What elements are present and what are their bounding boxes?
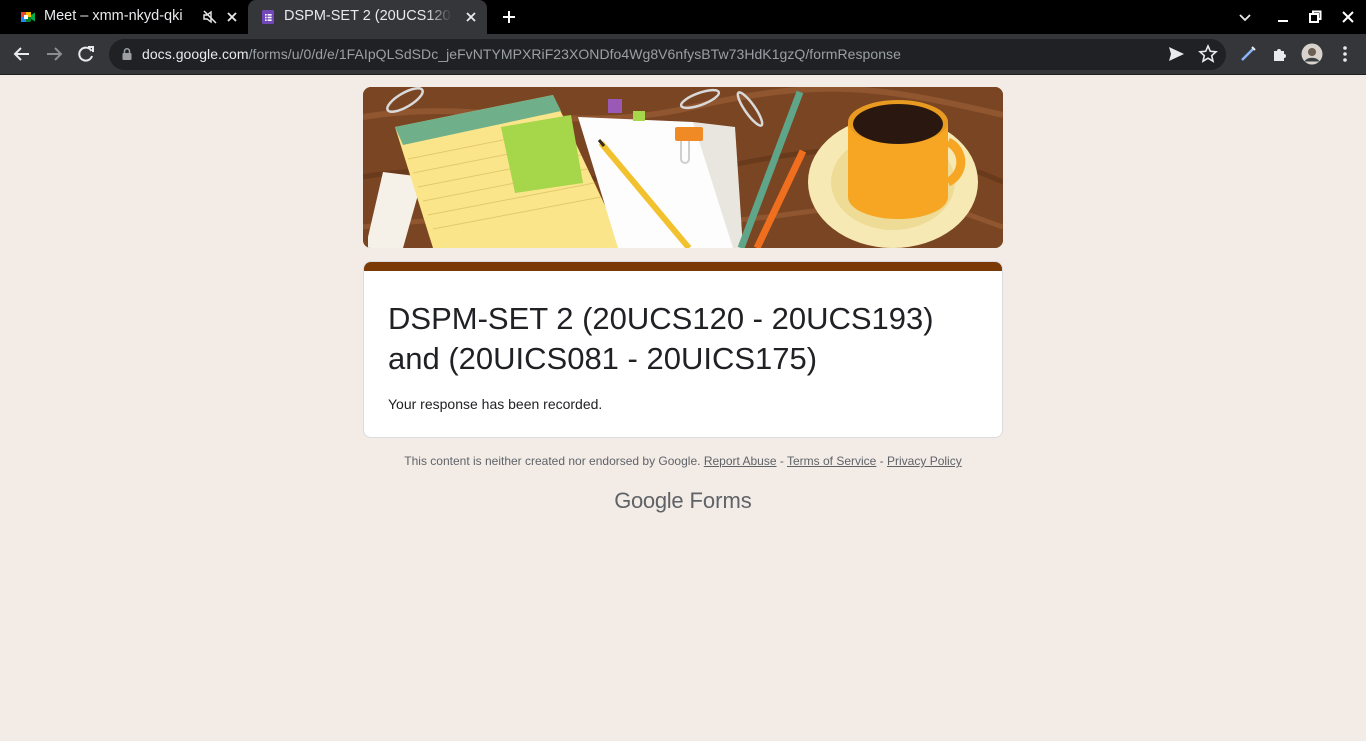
send-icon[interactable] [1165, 43, 1187, 65]
new-tab-icon[interactable] [499, 7, 519, 27]
tab-meet[interactable]: Meet – xmm-nkyd-qki [8, 0, 248, 34]
forms-icon [262, 10, 274, 24]
tab-title: Meet – xmm-nkyd-qki [44, 8, 183, 24]
minimize-icon[interactable] [1273, 7, 1293, 27]
google-wordmark: Google [614, 488, 684, 513]
report-abuse-link[interactable]: Report Abuse [704, 454, 777, 468]
tab-forms[interactable]: DSPM-SET 2 (20UCS120 - 20UCS193) and (20… [248, 0, 487, 34]
tab-search-chevron-icon[interactable] [1235, 7, 1255, 27]
bookmark-star-icon[interactable] [1197, 43, 1219, 65]
reload-icon[interactable] [75, 43, 97, 65]
extensions-puzzle-icon[interactable] [1269, 43, 1291, 65]
google-forms-logo[interactable]: Google Forms [363, 488, 1003, 514]
separator: - [876, 454, 888, 468]
profile-avatar-icon[interactable] [1301, 43, 1323, 65]
confirmation-message: Your response has been recorded. [388, 396, 603, 412]
back-arrow-icon[interactable] [11, 43, 33, 65]
lock-icon[interactable] [120, 47, 134, 61]
url-text: docs.google.com/forms/u/0/d/e/1FAIpQLSdS… [142, 46, 901, 62]
close-icon[interactable] [224, 9, 240, 25]
form-header-image [363, 87, 1003, 248]
close-window-icon[interactable] [1338, 7, 1358, 27]
tab-strip: Meet – xmm-nkyd-qki DSPM-SET 2 (20UCS120… [0, 0, 1366, 34]
address-bar[interactable]: docs.google.com/forms/u/0/d/e/1FAIpQLSdS… [109, 39, 1226, 70]
restore-icon[interactable] [1305, 7, 1325, 27]
form-title: DSPM-SET 2 (20UCS120 - 20UCS193) and (20… [388, 301, 934, 376]
separator: - [776, 454, 787, 468]
close-icon[interactable] [463, 9, 479, 25]
url-path: /forms/u/0/d/e/1FAIpQLSdSDc_jeFvNTYMPXRi… [248, 46, 901, 62]
mute-icon[interactable] [202, 9, 218, 25]
url-host: docs.google.com [142, 46, 249, 62]
footer-disclaimer: This content is neither created nor endo… [363, 454, 1003, 468]
theme-color-bar [364, 262, 1002, 271]
pen-extension-icon[interactable] [1237, 43, 1259, 65]
desk-illustration [363, 87, 1003, 248]
form-response-card: DSPM-SET 2 (20UCS120 - 20UCS193) and (20… [363, 261, 1003, 438]
browser-toolbar: docs.google.com/forms/u/0/d/e/1FAIpQLSdS… [0, 34, 1366, 75]
meet-icon [21, 12, 35, 22]
menu-kebab-icon[interactable] [1334, 43, 1356, 65]
forward-arrow-icon[interactable] [43, 43, 65, 65]
terms-of-service-link[interactable]: Terms of Service [787, 454, 876, 468]
privacy-policy-link[interactable]: Privacy Policy [887, 454, 962, 468]
disclaimer-text: This content is neither created nor endo… [404, 454, 701, 468]
tab-title: DSPM-SET 2 (20UCS120 - 20UCS193) and (20… [284, 8, 452, 24]
forms-wordmark: Forms [689, 488, 752, 513]
